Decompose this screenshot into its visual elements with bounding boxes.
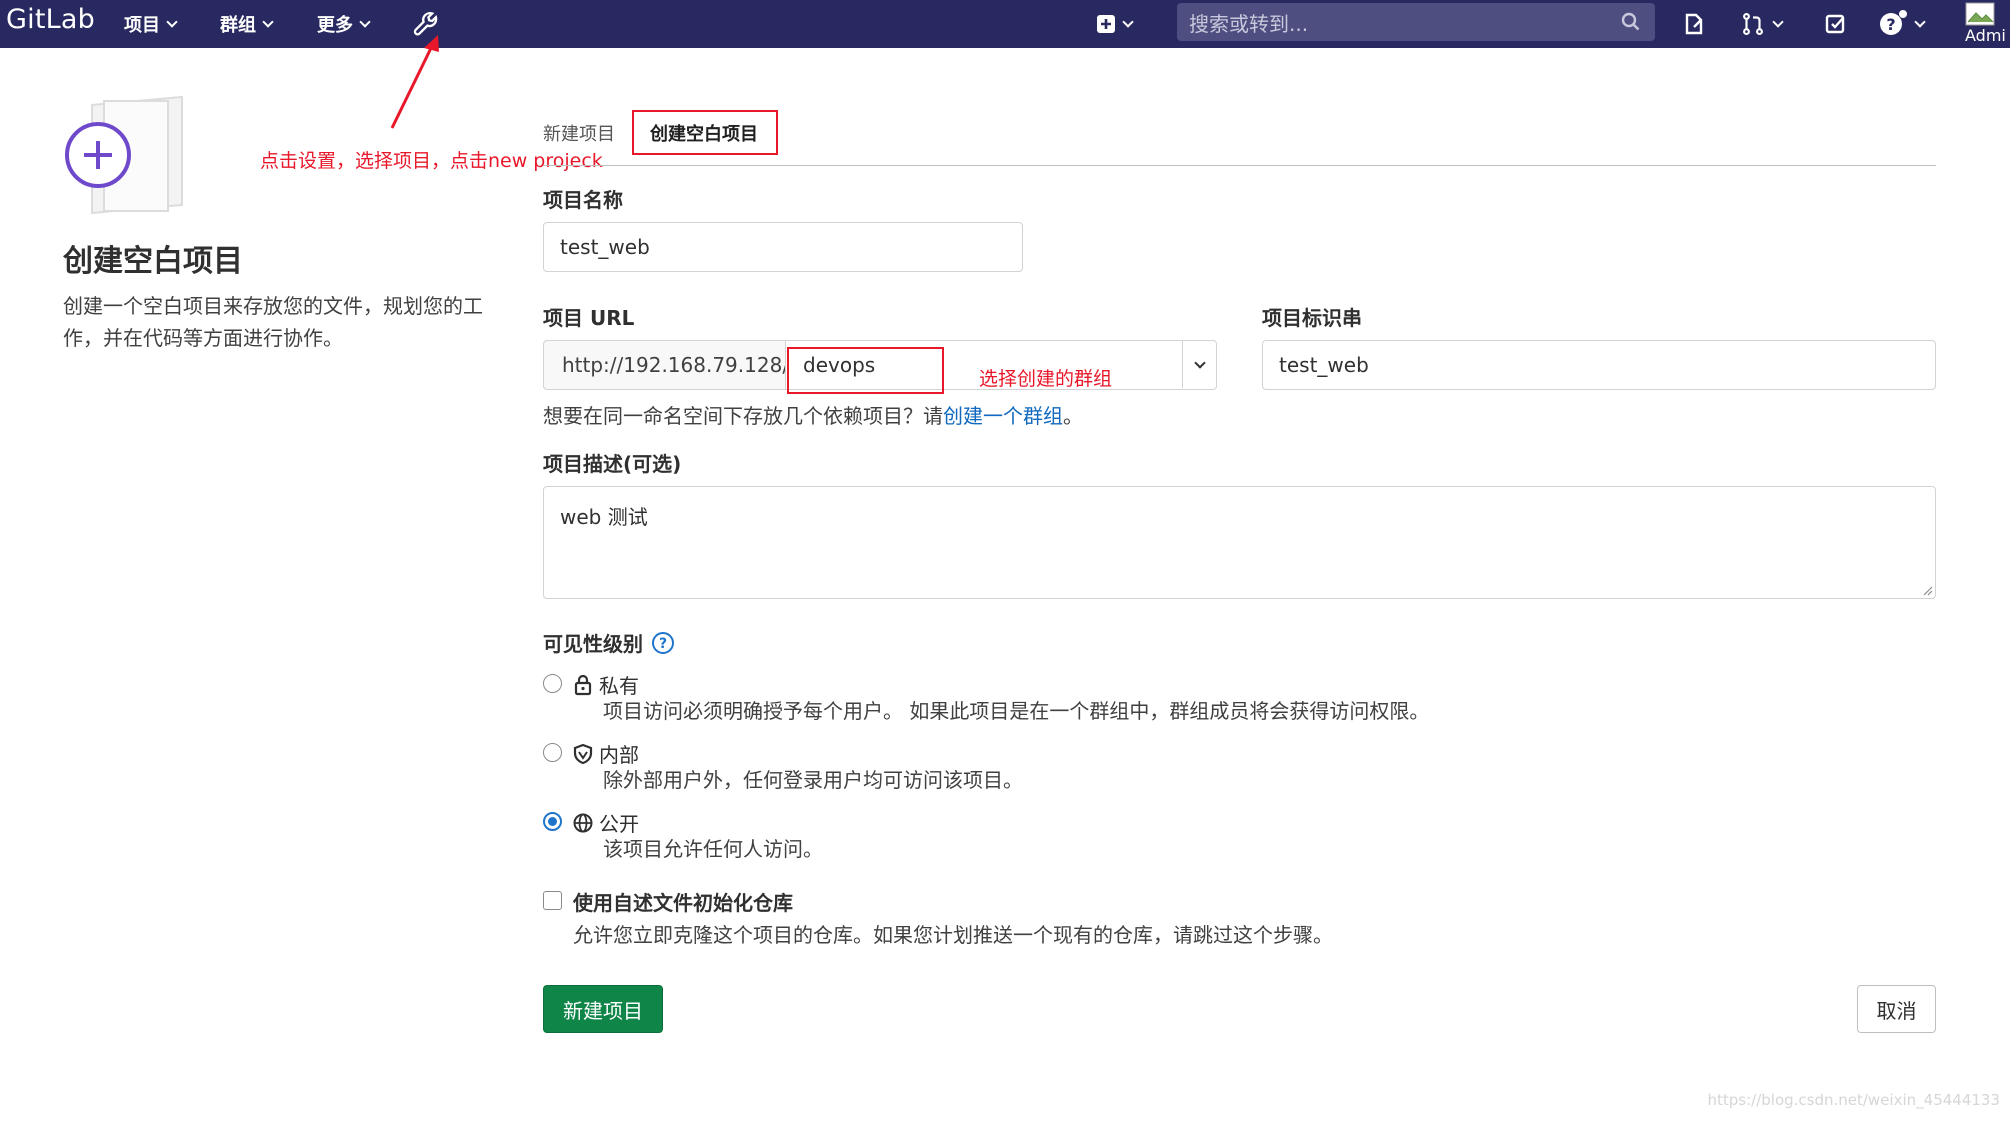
visibility-internal-desc: 除外部用户外，任何登录用户均可访问该项目。 xyxy=(603,768,1023,792)
chevron-down-icon xyxy=(1122,16,1134,28)
avatar[interactable]: Admi xyxy=(1963,0,2010,48)
project-name-label: 项目名称 xyxy=(543,188,623,212)
visibility-public-desc: 该项目允许任何人访问。 xyxy=(603,837,823,861)
help-dropdown[interactable]: ? xyxy=(1878,6,1926,42)
search-icon xyxy=(1621,12,1640,31)
resize-handle-icon[interactable] xyxy=(1921,584,1933,596)
project-description-label: 项目描述(可选) xyxy=(543,452,682,476)
visibility-public-radio[interactable] xyxy=(543,812,562,831)
page-title: 创建空白项目 xyxy=(63,244,243,279)
todos-icon[interactable] xyxy=(1824,6,1848,42)
group-help-prefix: 想要在同一命名空间下存放几个依赖项目？请 xyxy=(543,404,943,428)
chevron-down-icon xyxy=(1914,16,1926,28)
menu-projects[interactable]: 项目 xyxy=(124,8,178,40)
question-circle-icon[interactable]: ? xyxy=(651,631,675,655)
menu-groups[interactable]: 群组 xyxy=(220,8,274,40)
merge-request-icon xyxy=(1743,12,1763,36)
visibility-private-desc: 项目访问必须明确授予每个用户。 如果此项目是在一个群组中，群组成员将会获得访问权… xyxy=(603,699,1430,723)
init-readme-checkbox[interactable] xyxy=(543,891,562,910)
shield-icon xyxy=(573,743,593,764)
annotation-box-namespace xyxy=(787,347,944,394)
annotation-arrow xyxy=(390,35,439,129)
lock-icon xyxy=(574,674,592,695)
visibility-label: 可见性级别 xyxy=(543,632,643,656)
visibility-internal-radio[interactable] xyxy=(543,743,562,762)
avatar-label: Admi xyxy=(1965,26,2006,45)
svg-text:?: ? xyxy=(1886,15,1895,34)
create-project-button[interactable]: 新建项目 xyxy=(543,985,663,1033)
group-help-text: 想要在同一命名空间下存放几个依赖项目？请创建一个群组。 xyxy=(543,400,1083,429)
search-input[interactable]: 搜索或转到... xyxy=(1177,3,1655,41)
project-description-value: web 测试 xyxy=(560,505,648,529)
chevron-down-icon xyxy=(359,16,371,28)
init-readme-label[interactable]: 使用自述文件初始化仓库 xyxy=(573,887,793,916)
init-readme-desc: 允许您立即克隆这个项目的仓库。如果您计划推送一个现有的仓库，请跳过这个步骤。 xyxy=(573,923,1333,947)
help-icon: ? xyxy=(1880,10,1907,35)
cancel-button[interactable]: 取消 xyxy=(1857,985,1936,1033)
top-navbar: GitLab 项目 群组 更多 搜索或转到... ? Admi xyxy=(0,0,2010,48)
plus-square-icon xyxy=(1097,15,1115,33)
url-prefix: http://192.168.79.128/ xyxy=(543,340,789,390)
gitlab-logo[interactable]: GitLab xyxy=(6,4,95,35)
new-item-dropdown[interactable] xyxy=(1096,6,1134,42)
group-help-suffix: 。 xyxy=(1063,404,1083,428)
project-slug-value: test_web xyxy=(1279,353,1369,377)
project-name-value: test_web xyxy=(560,235,650,259)
project-description-textarea[interactable]: web 测试 xyxy=(543,486,1936,599)
page-description: 创建一个空白项目来存放您的文件，规划您的工作，并在代码等方面进行协作。 xyxy=(63,294,483,350)
project-slug-input[interactable]: test_web xyxy=(1262,340,1936,390)
blank-project-illustration xyxy=(62,95,192,215)
chevron-down-icon xyxy=(166,16,178,28)
menu-groups-label: 群组 xyxy=(220,15,256,36)
chevron-down-icon xyxy=(1772,16,1784,28)
chevron-down-icon xyxy=(1193,356,1206,369)
menu-projects-label: 项目 xyxy=(124,15,160,36)
watermark: https://blog.csdn.net/weixin_45444133 xyxy=(1707,1091,2000,1109)
annotation-box-tab xyxy=(632,110,778,155)
url-prefix-text: http://192.168.79.128/ xyxy=(562,353,790,377)
menu-more-label: 更多 xyxy=(317,15,353,36)
project-url-label: 项目 URL xyxy=(543,306,635,330)
chevron-down-icon xyxy=(262,16,274,28)
namespace-dropdown-toggle[interactable] xyxy=(1182,341,1216,388)
tab-new-project[interactable]: 新建项目 xyxy=(543,120,615,146)
menu-more[interactable]: 更多 xyxy=(317,8,371,40)
globe-icon xyxy=(573,813,593,832)
project-slug-label: 项目标识串 xyxy=(1262,306,1362,330)
avatar-image-icon xyxy=(1965,2,1995,26)
create-group-link[interactable]: 创建一个群组 xyxy=(943,404,1063,428)
annotation-group-hint: 选择创建的群组 xyxy=(979,368,1113,390)
issues-icon[interactable] xyxy=(1682,6,1706,42)
svg-text:?: ? xyxy=(659,636,667,652)
project-name-input[interactable]: test_web xyxy=(543,222,1023,272)
merge-requests-dropdown[interactable] xyxy=(1740,6,1784,42)
search-placeholder: 搜索或转到... xyxy=(1189,11,1309,36)
visibility-title: 可见性级别 ? xyxy=(543,628,675,657)
visibility-private-radio[interactable] xyxy=(543,674,562,693)
